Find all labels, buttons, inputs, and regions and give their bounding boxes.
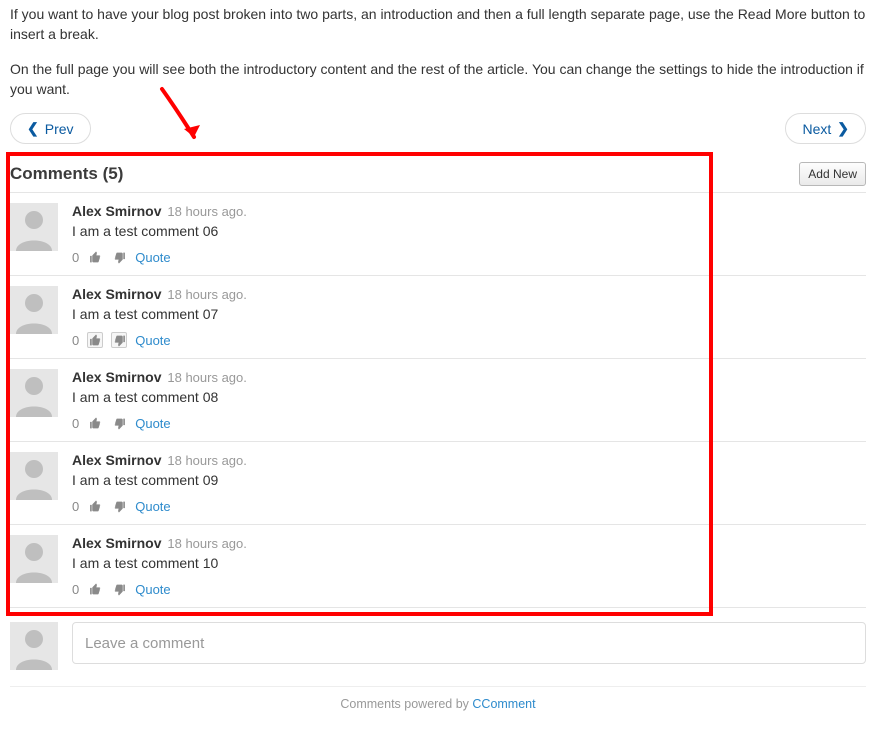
quote-link[interactable]: Quote	[135, 582, 170, 597]
comment-item: Alex Smirnov 18 hours ago. I am a test co…	[10, 442, 866, 525]
comment-actions: 0 Quote	[72, 332, 866, 348]
comments-header: Comments (5) Add New	[10, 156, 866, 193]
comment-item: Alex Smirnov 18 hours ago. I am a test co…	[10, 193, 866, 276]
comment-item: Alex Smirnov 18 hours ago. I am a test co…	[10, 525, 866, 608]
vote-count: 0	[72, 582, 79, 597]
thumbs-up-icon[interactable]	[87, 249, 103, 265]
vote-count: 0	[72, 250, 79, 265]
avatar	[10, 203, 58, 251]
prev-button[interactable]: ❮ Prev	[10, 113, 91, 144]
vote-count: 0	[72, 499, 79, 514]
leave-comment-row	[10, 608, 866, 670]
comment-author: Alex Smirnov	[72, 535, 161, 551]
pager: ❮ Prev Next ❯	[10, 113, 866, 144]
add-new-button[interactable]: Add New	[799, 162, 866, 186]
comment-time: 18 hours ago.	[167, 453, 247, 468]
comment-author: Alex Smirnov	[72, 369, 161, 385]
avatar	[10, 535, 58, 583]
comment-text: I am a test comment 08	[72, 389, 866, 405]
vote-count: 0	[72, 333, 79, 348]
next-button[interactable]: Next ❯	[785, 113, 866, 144]
comment-time: 18 hours ago.	[167, 287, 247, 302]
comments-title: Comments (5)	[10, 164, 123, 184]
comment-list: Alex Smirnov 18 hours ago. I am a test co…	[10, 193, 866, 608]
avatar	[10, 452, 58, 500]
article-intro: If you want to have your blog post broke…	[10, 4, 866, 99]
comment-time: 18 hours ago.	[167, 370, 247, 385]
thumbs-down-icon[interactable]	[111, 498, 127, 514]
quote-link[interactable]: Quote	[135, 250, 170, 265]
comment-text: I am a test comment 07	[72, 306, 866, 322]
thumbs-down-icon[interactable]	[111, 581, 127, 597]
thumbs-up-icon[interactable]	[87, 498, 103, 514]
comment-actions: 0 Quote	[72, 249, 866, 265]
thumbs-down-icon[interactable]	[111, 415, 127, 431]
chevron-right-icon: ❯	[837, 120, 849, 137]
avatar	[10, 622, 58, 670]
thumbs-up-icon[interactable]	[87, 332, 103, 348]
thumbs-up-icon[interactable]	[87, 581, 103, 597]
powered-by-link[interactable]: CComment	[472, 697, 535, 711]
comment-actions: 0 Quote	[72, 581, 866, 597]
comment-text: I am a test comment 06	[72, 223, 866, 239]
powered-by: Comments powered by CComment	[10, 686, 866, 711]
thumbs-down-icon[interactable]	[111, 332, 127, 348]
comments-section: Comments (5) Add New Alex Smirnov 18 hou…	[10, 156, 866, 711]
comment-author: Alex Smirnov	[72, 452, 161, 468]
next-label: Next	[802, 121, 831, 137]
quote-link[interactable]: Quote	[135, 333, 170, 348]
quote-link[interactable]: Quote	[135, 416, 170, 431]
comment-actions: 0 Quote	[72, 415, 866, 431]
comment-item: Alex Smirnov 18 hours ago. I am a test co…	[10, 276, 866, 359]
thumbs-up-icon[interactable]	[87, 415, 103, 431]
vote-count: 0	[72, 416, 79, 431]
comment-time: 18 hours ago.	[167, 204, 247, 219]
comment-author: Alex Smirnov	[72, 203, 161, 219]
comment-text: I am a test comment 09	[72, 472, 866, 488]
prev-label: Prev	[45, 121, 74, 137]
avatar	[10, 286, 58, 334]
comment-text: I am a test comment 10	[72, 555, 866, 571]
intro-paragraph-2: On the full page you will see both the i…	[10, 59, 866, 100]
intro-paragraph-1: If you want to have your blog post broke…	[10, 4, 866, 45]
quote-link[interactable]: Quote	[135, 499, 170, 514]
comment-item: Alex Smirnov 18 hours ago. I am a test co…	[10, 359, 866, 442]
comment-actions: 0 Quote	[72, 498, 866, 514]
avatar	[10, 369, 58, 417]
comment-author: Alex Smirnov	[72, 286, 161, 302]
thumbs-down-icon[interactable]	[111, 249, 127, 265]
comment-time: 18 hours ago.	[167, 536, 247, 551]
chevron-left-icon: ❮	[27, 120, 39, 137]
leave-comment-input[interactable]	[72, 622, 866, 664]
